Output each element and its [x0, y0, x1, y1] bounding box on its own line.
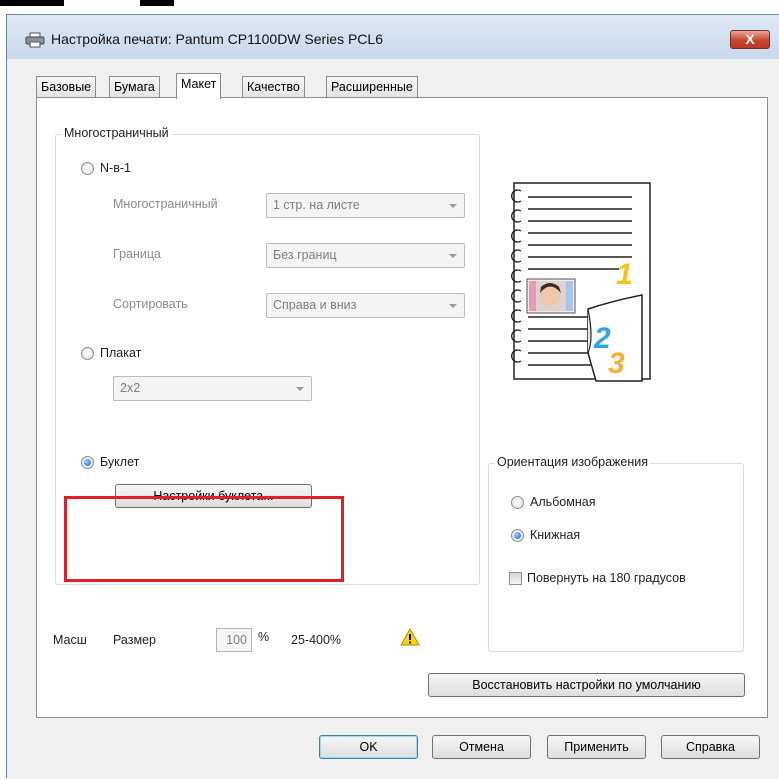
poster-size-value: 2x2 [120, 381, 141, 395]
screen-top-strip [0, 0, 779, 14]
apply-button[interactable]: Применить [547, 735, 646, 759]
title-bar: Настройка печати: Pantum CP1100DW Series… [7, 15, 779, 59]
poster-radio[interactable] [81, 347, 94, 360]
rotate-label: Повернуть на 180 градусов [527, 571, 686, 585]
sort-value: Справа и вниз [273, 298, 357, 312]
print-settings-dialog: Настройка печати: Pantum CP1100DW Series… [6, 14, 779, 779]
booklet-preview-image: 1 2 3 [511, 182, 651, 382]
chevron-down-icon [449, 204, 457, 208]
booklet-radio[interactable] [81, 456, 94, 469]
printer-icon [25, 32, 45, 48]
page-number-1: 1 [616, 258, 633, 291]
help-button[interactable]: Справка [661, 735, 760, 759]
pages-per-sheet-select[interactable]: 1 стр. на листе [266, 193, 465, 218]
rotate-checkbox[interactable] [509, 572, 522, 585]
border-value: Без границ [273, 248, 337, 262]
page-number-3: 3 [608, 347, 625, 380]
cancel-button[interactable]: Отмена [432, 735, 531, 759]
nup-radio[interactable] [81, 162, 94, 175]
pages-per-sheet-value: 1 стр. на листе [273, 198, 360, 212]
tab-advanced[interactable]: Расширенные [326, 76, 418, 98]
tab-quality[interactable]: Качество [242, 76, 305, 98]
layout-panel: Многостраничный N-в-1 Многостраничный 1 … [36, 97, 768, 718]
warning-icon [400, 627, 420, 649]
chevron-down-icon [449, 304, 457, 308]
sort-select[interactable]: Справа и вниз [266, 293, 465, 318]
close-button[interactable]: X [730, 30, 770, 49]
scale-unit: % [258, 630, 270, 644]
portrait-label: Книжная [530, 528, 581, 542]
sort-label: Сортировать [113, 297, 188, 311]
border-label: Граница [113, 247, 161, 261]
scale-label: Масш [53, 633, 87, 647]
dialog-client: Базовые Бумага Макет Качество Расширенны… [7, 59, 779, 779]
border-select[interactable]: Без границ [266, 243, 465, 268]
multipage-group-title: Многостраничный [62, 126, 171, 140]
portrait-radio[interactable] [511, 529, 524, 542]
booklet-label: Буклет [100, 455, 140, 469]
poster-label: Плакат [100, 346, 142, 360]
restore-defaults-button[interactable]: Восстановить настройки по умолчанию [428, 673, 745, 697]
landscape-radio[interactable] [511, 496, 524, 509]
booklet-preview: 1 2 3 [484, 181, 654, 394]
chevron-down-icon [296, 387, 304, 391]
landscape-label: Альбомная [530, 495, 596, 509]
orientation-group-title: Ориентация изображения [495, 455, 650, 469]
pages-per-sheet-label: Многостраничный [113, 197, 218, 211]
size-label: Размер [113, 633, 156, 647]
tab-paper[interactable]: Бумага [109, 76, 160, 98]
tab-layout[interactable]: Макет [176, 73, 222, 99]
booklet-highlight-frame [64, 496, 344, 582]
ok-button[interactable]: OK [319, 735, 418, 759]
tab-basic[interactable]: Базовые [36, 76, 97, 98]
poster-size-select[interactable]: 2x2 [113, 376, 312, 401]
nup-label: N-в-1 [100, 161, 131, 175]
scale-input[interactable]: 100 [216, 628, 252, 652]
orientation-group: Ориентация изображения [488, 455, 744, 652]
chevron-down-icon [449, 254, 457, 258]
scale-range: 25-400% [291, 633, 342, 647]
window-title: Настройка печати: Pantum CP1100DW Series… [51, 31, 383, 47]
